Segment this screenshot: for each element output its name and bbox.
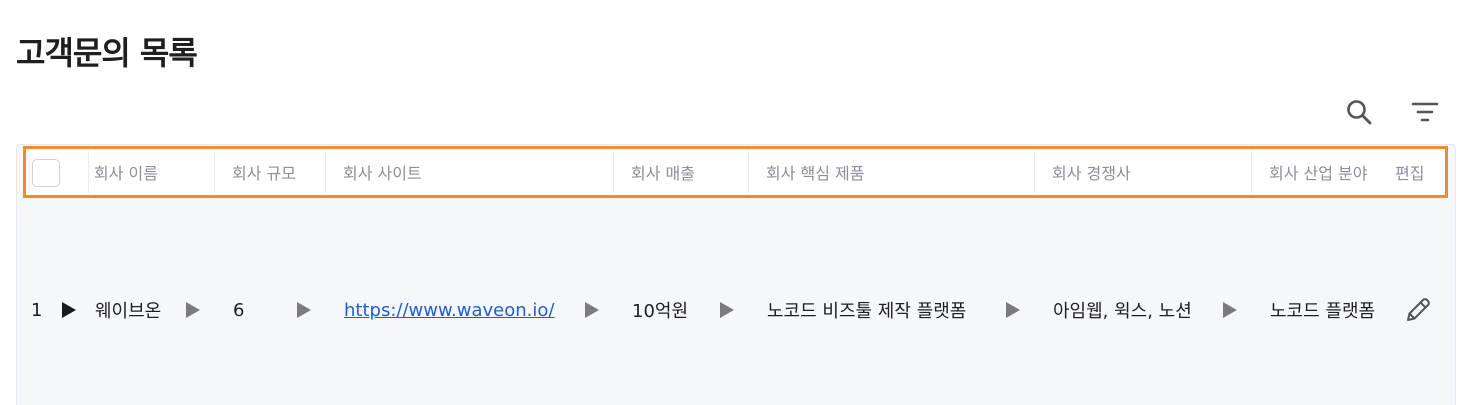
row-index: 1 bbox=[31, 299, 43, 321]
cell-company-size: 6 bbox=[233, 299, 245, 321]
select-all-checkbox[interactable] bbox=[32, 159, 60, 187]
triangle-right-icon[interactable] bbox=[186, 302, 200, 318]
triangle-right-icon[interactable] bbox=[1223, 302, 1237, 318]
column-header-company-industry[interactable]: 회사 산업 분야 bbox=[1251, 149, 1379, 195]
column-header-company-revenue[interactable]: 회사 매출 bbox=[613, 149, 749, 195]
column-header-company-site[interactable]: 회사 사이트 bbox=[325, 149, 615, 195]
filter-icon bbox=[1411, 102, 1439, 122]
column-header-company-size[interactable]: 회사 규모 bbox=[214, 149, 326, 195]
table-header-row: 회사 이름 회사 규모 회사 사이트 회사 매출 회사 핵심 제품 회사 경쟁사… bbox=[23, 146, 1448, 198]
triangle-right-icon[interactable] bbox=[62, 302, 76, 318]
cell-company-competitors: 아임웹, 윅스, 노션 bbox=[1053, 301, 1192, 322]
cell-company-name: 웨이브온 bbox=[95, 301, 162, 322]
column-header-company-name[interactable]: 회사 이름 bbox=[88, 149, 214, 195]
column-header-company-competitors[interactable]: 회사 경쟁사 bbox=[1034, 149, 1252, 195]
cell-company-industry: 노코드 플랫폼 bbox=[1270, 301, 1376, 322]
column-header-company-product[interactable]: 회사 핵심 제품 bbox=[748, 149, 1035, 195]
column-header-edit[interactable]: 편집 bbox=[1387, 149, 1445, 195]
search-icon bbox=[1347, 100, 1372, 125]
cell-company-site-link[interactable]: https://www.waveon.io/ bbox=[344, 286, 554, 334]
page-title: 고객문의 목록 bbox=[16, 34, 198, 72]
cell-company-product: 노코드 비즈툴 제작 플랫폼 bbox=[767, 301, 967, 322]
triangle-right-icon[interactable] bbox=[297, 302, 311, 318]
filter-button[interactable] bbox=[1409, 96, 1441, 128]
table-row[interactable]: 1 웨이브온 6 https://www.waveon.io/ 10억원 노코드… bbox=[16, 286, 1456, 334]
pencil-icon[interactable] bbox=[1402, 294, 1434, 326]
triangle-right-icon[interactable] bbox=[585, 302, 599, 318]
search-button[interactable] bbox=[1343, 96, 1375, 128]
triangle-right-icon[interactable] bbox=[720, 302, 734, 318]
cell-company-revenue: 10억원 bbox=[632, 301, 689, 322]
triangle-right-icon[interactable] bbox=[1006, 302, 1020, 318]
